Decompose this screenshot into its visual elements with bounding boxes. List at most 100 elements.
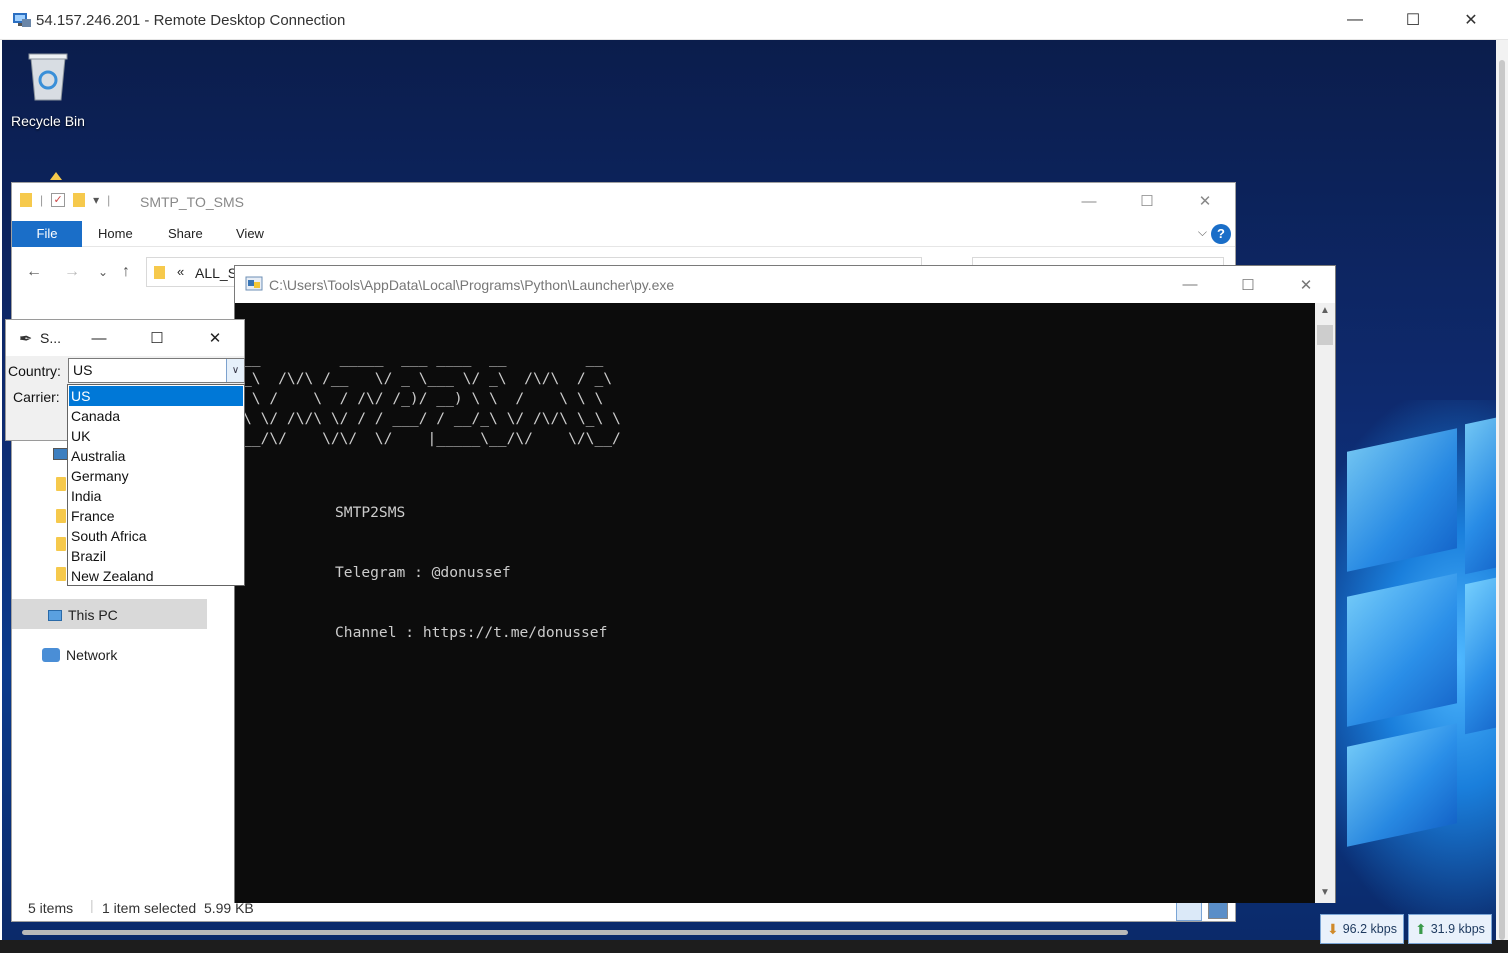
maximize-icon: ☐ — [1405, 12, 1421, 29]
large-icons-view-icon[interactable] — [1208, 901, 1228, 919]
up-arrow-icon[interactable]: ↑ — [122, 263, 130, 281]
tab-view[interactable]: View — [236, 221, 264, 247]
explorer-maximize-button[interactable]: ☐ — [1118, 183, 1176, 219]
download-speed: ⬇ 96.2 kbps — [1320, 914, 1404, 944]
tab-share[interactable]: Share — [168, 221, 203, 247]
console-close-button[interactable]: ✕ — [1277, 266, 1335, 303]
rdp-horizontal-scrollbar[interactable] — [0, 928, 1320, 940]
app-minimize-button[interactable]: — — [70, 320, 128, 356]
wallpaper-pane — [1465, 575, 1496, 735]
dropdown-option-us[interactable]: US — [69, 386, 243, 406]
tab-file[interactable]: File — [12, 221, 82, 247]
upload-arrow-icon: ⬆ — [1414, 920, 1427, 937]
minimize-icon: — — [91, 329, 107, 347]
minimize-icon: — — [1347, 11, 1363, 28]
minimize-icon: — — [1182, 276, 1198, 293]
folder-icon — [56, 537, 66, 551]
ribbon-tabs: File Home Share View ⌵ ? — [12, 221, 1235, 247]
minimize-icon: — — [1081, 192, 1097, 210]
recycle-bin-shortcut[interactable]: Recycle Bin — [8, 50, 88, 129]
recent-locations-icon[interactable]: ⌄ — [98, 265, 108, 279]
expand-ribbon-icon[interactable]: ⌵ — [1198, 225, 1207, 240]
scrollbar-thumb[interactable] — [1317, 325, 1333, 345]
rdp-window-title: 54.157.246.201 - Remote Desktop Connecti… — [36, 12, 346, 29]
computer-icon — [48, 609, 62, 621]
desktop-item-icon — [50, 172, 62, 180]
rdp-titlebar: 54.157.246.201 - Remote Desktop Connecti… — [0, 0, 1508, 40]
scrollbar-thumb[interactable] — [22, 930, 1128, 935]
upload-speed: ⬆ 31.9 kbps — [1407, 914, 1492, 944]
scroll-up-icon[interactable]: ▲ — [1315, 305, 1335, 316]
download-speed-value: 96.2 kbps — [1342, 922, 1397, 936]
folder-icon — [56, 509, 66, 523]
sidebar-item-label: Network — [66, 647, 118, 663]
dropdown-option-india[interactable]: India — [69, 486, 243, 506]
banner-telegram: Telegram : @donussef — [335, 564, 511, 581]
country-dropdown-list[interactable]: US Canada UK Australia Germany India Fra… — [67, 384, 245, 586]
country-combobox[interactable]: US ∨ — [68, 358, 245, 383]
country-label: Country: — [8, 363, 61, 379]
chevron-down-icon[interactable]: ∨ — [226, 359, 244, 382]
rdp-vertical-scrollbar[interactable] — [1496, 40, 1508, 940]
ascii-art-banner: __ _____ ___ ____ __ __ _\ /\/\ /__ \/ _… — [243, 350, 621, 447]
close-icon: ✕ — [208, 330, 222, 347]
app-maximize-button[interactable]: ☐ — [128, 320, 186, 356]
dropdown-option-brazil[interactable]: Brazil — [69, 546, 243, 566]
dropdown-option-germany[interactable]: Germany — [69, 466, 243, 486]
console-maximize-button[interactable]: ☐ — [1219, 266, 1277, 303]
wallpaper-pane — [1347, 573, 1457, 727]
banner-app-name: SMTP2SMS — [335, 504, 406, 521]
dropdown-option-france[interactable]: France — [69, 506, 243, 526]
quick-access-toolbar: | ✓ ▾ | — [20, 193, 110, 207]
maximize-icon: ☐ — [1140, 193, 1154, 210]
explorer-titlebar: | ✓ ▾ | SMTP_TO_SMS — ☐ ✕ — [12, 183, 1235, 219]
rdp-minimize-button[interactable]: — — [1326, 0, 1384, 40]
console-titlebar: C:\Users\Tools\AppData\Local\Programs\Py… — [235, 266, 1335, 303]
breadcrumb-overflow[interactable]: « — [177, 264, 184, 279]
taskbar-strip — [0, 940, 1508, 953]
folder-icon — [154, 266, 165, 279]
separator: | — [40, 193, 44, 207]
sidebar-item-label: This PC — [68, 607, 118, 623]
sidebar-item-network[interactable]: Network — [42, 647, 117, 663]
dropdown-option-canada[interactable]: Canada — [69, 406, 243, 426]
close-icon: ✕ — [1464, 12, 1478, 29]
details-view-icon[interactable] — [1176, 901, 1202, 921]
back-arrow-icon[interactable]: ← — [26, 263, 42, 281]
dropdown-option-new-zealand[interactable]: New Zealand — [69, 566, 243, 586]
customize-toolbar-icon[interactable]: ▾ — [93, 193, 99, 207]
maximize-icon: ☐ — [1241, 276, 1255, 294]
help-icon[interactable]: ? — [1211, 224, 1231, 244]
scrollbar-thumb[interactable] — [1499, 60, 1505, 940]
properties-icon[interactable]: ✓ — [51, 193, 66, 207]
app-close-button[interactable]: ✕ — [186, 320, 244, 356]
remote-desktop-icon — [13, 13, 31, 27]
console-output[interactable]: __ _____ ___ ____ __ __ _\ /\/\ /__ \/ _… — [235, 303, 1315, 903]
rdp-close-button[interactable]: ✕ — [1442, 0, 1500, 40]
dropdown-option-south-africa[interactable]: South Africa — [69, 526, 243, 546]
scroll-down-icon[interactable]: ▼ — [1315, 887, 1335, 898]
new-folder-icon[interactable] — [73, 193, 86, 207]
banner-info: SMTP2SMS Telegram : @donussef Channel : … — [335, 463, 607, 683]
explorer-close-button[interactable]: ✕ — [1176, 183, 1234, 219]
country-combobox-value: US — [73, 362, 93, 378]
app-titlebar: ✒ S... — ☐ ✕ — [6, 320, 244, 356]
network-meter: ⬇ 96.2 kbps ⬆ 31.9 kbps — [1320, 914, 1492, 946]
rdp-maximize-button[interactable]: ☐ — [1384, 0, 1442, 40]
wallpaper-pane — [1347, 428, 1457, 572]
sidebar-item-this-pc[interactable]: This PC — [48, 607, 118, 623]
tab-home[interactable]: Home — [98, 221, 133, 247]
banner-channel: Channel : https://t.me/donussef — [335, 624, 608, 641]
console-minimize-button[interactable]: — — [1161, 266, 1219, 303]
explorer-minimize-button[interactable]: — — [1060, 183, 1118, 219]
network-icon — [42, 648, 60, 662]
dropdown-option-uk[interactable]: UK — [69, 426, 243, 446]
separator: | — [107, 193, 111, 207]
status-separator: | — [90, 897, 94, 913]
folder-icon — [20, 193, 32, 207]
download-arrow-icon: ⬇ — [1327, 920, 1339, 937]
dropdown-option-australia[interactable]: Australia — [69, 446, 243, 466]
console-scrollbar[interactable]: ▲ ▼ — [1315, 303, 1335, 903]
forward-arrow-icon[interactable]: → — [64, 263, 80, 281]
app-window-title: S... — [40, 330, 62, 346]
